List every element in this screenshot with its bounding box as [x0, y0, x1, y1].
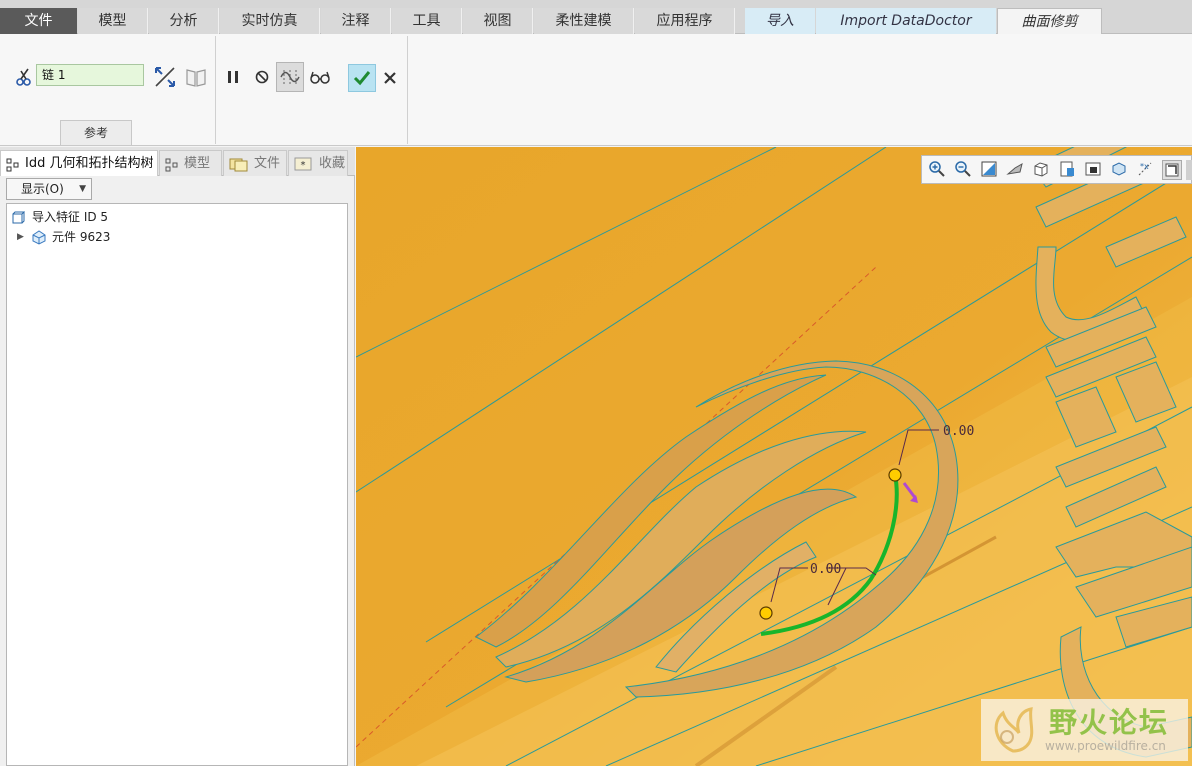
tab-simulate[interactable]: 实时仿真 [220, 8, 320, 34]
display-style-icon[interactable] [1058, 160, 1078, 180]
tab-import[interactable]: 导入 [745, 8, 815, 34]
tab-label: 文件 [254, 156, 281, 171]
no-icon[interactable] [251, 66, 273, 88]
reference-button[interactable]: 参考 [60, 120, 132, 145]
perspective-icon[interactable] [1084, 160, 1104, 180]
reorient-icon[interactable] [1006, 160, 1026, 180]
ribbon-divider [407, 36, 408, 144]
chain-input[interactable]: 链 1 [36, 64, 144, 86]
close-icon [383, 71, 397, 85]
tab-annotate[interactable]: 注释 [321, 8, 391, 34]
trim-handle-end[interactable] [759, 606, 773, 620]
display-label: 显示(O) [21, 182, 64, 196]
ok-button[interactable] [348, 64, 376, 92]
tab-tools[interactable]: 工具 [392, 8, 462, 34]
tab-datadoctor[interactable]: Import DataDoctor [816, 8, 996, 34]
svg-text:*x: *x [1140, 162, 1149, 171]
glasses-icon[interactable] [308, 66, 332, 88]
model-tree-panel: Idd 几何和拓扑结构树 模型 文件 * 收藏 显示(O) ▼ 导入特征 ID … [0, 147, 355, 766]
star-icon: * [294, 156, 312, 176]
tab-surface-trim[interactable]: 曲面修剪 [997, 8, 1102, 35]
spin-center-icon[interactable] [1162, 160, 1182, 180]
pause-icon[interactable] [222, 66, 244, 88]
tree-icon [165, 156, 179, 182]
datum-display-icon[interactable]: *x [1136, 160, 1156, 180]
panel-tab-bar: Idd 几何和拓扑结构树 模型 文件 * 收藏 [0, 147, 355, 176]
view-toolbar: *x [921, 155, 1192, 184]
tab-files[interactable]: 文件 [223, 150, 287, 176]
component-icon [31, 229, 47, 251]
zoom-out-icon[interactable] [954, 160, 974, 180]
check-icon [352, 68, 372, 88]
expand-arrow-icon[interactable]: ▶ [17, 227, 24, 247]
refit-icon[interactable] [980, 160, 1000, 180]
model-render: 0.00 0.00 [356, 147, 1192, 766]
tab-apps[interactable]: 应用程序 [635, 8, 735, 34]
watermark-title: 野火论坛 [1049, 706, 1170, 739]
trim-handle-start[interactable] [888, 468, 902, 482]
dimension-label-2[interactable]: 0.00 [810, 562, 841, 577]
preview-icon[interactable] [276, 62, 304, 92]
tab-model[interactable]: 模型 [78, 8, 148, 34]
tab-model-tree[interactable]: 模型 [159, 150, 222, 176]
scissors-icon[interactable] [14, 66, 36, 88]
tree-item-label: 导入特征 ID 5 [32, 210, 109, 224]
tab-view[interactable]: 视图 [463, 8, 533, 34]
zoom-in-icon[interactable] [928, 160, 948, 180]
tree-item-component[interactable]: ▶ 元件 9623 [7, 227, 347, 247]
graphics-viewport[interactable]: 0.00 0.00 [356, 147, 1192, 766]
chevron-down-icon: ▼ [79, 184, 86, 194]
display-dropdown[interactable]: 显示(O) ▼ [6, 178, 92, 200]
book-icon[interactable] [183, 64, 209, 90]
tree-item-import-feature[interactable]: 导入特征 ID 5 [7, 207, 347, 227]
tab-label: 收藏 [319, 156, 346, 171]
watermark: 野火论坛 www.proewildfire.cn [981, 699, 1188, 761]
tab-label: 模型 [184, 156, 211, 171]
tab-label: Idd 几何和拓扑结构树 [25, 156, 154, 171]
tab-file[interactable]: 文件 [0, 8, 77, 34]
dimension-label-1[interactable]: 0.00 [943, 424, 974, 439]
flip-arrows-icon[interactable] [152, 64, 178, 90]
tab-flexible[interactable]: 柔性建模 [534, 8, 634, 34]
svg-text:*: * [301, 160, 306, 171]
ribbon-tab-bar: 文件 模型 分析 实时仿真 注释 工具 视图 柔性建模 应用程序 导入 Impo… [0, 0, 1192, 35]
section-icon[interactable] [1110, 160, 1130, 180]
tab-analysis[interactable]: 分析 [149, 8, 219, 34]
ribbon-divider [215, 36, 216, 144]
saved-views-icon[interactable] [1032, 160, 1052, 180]
ribbon-body: 链 1 参考 [0, 34, 1192, 146]
watermark-logo-icon [994, 707, 1034, 753]
tree-view: 导入特征 ID 5 ▶ 元件 9623 [6, 203, 348, 766]
tab-idd-tree[interactable]: Idd 几何和拓扑结构树 [0, 150, 158, 176]
cancel-button[interactable] [380, 68, 400, 88]
watermark-url: www.proewildfire.cn [1045, 739, 1166, 753]
folder-icon [229, 156, 249, 182]
toolbar-overflow[interactable] [1186, 160, 1192, 180]
tree-item-label: 元件 9623 [52, 230, 111, 244]
tab-favorites[interactable]: * 收藏 [288, 150, 348, 176]
